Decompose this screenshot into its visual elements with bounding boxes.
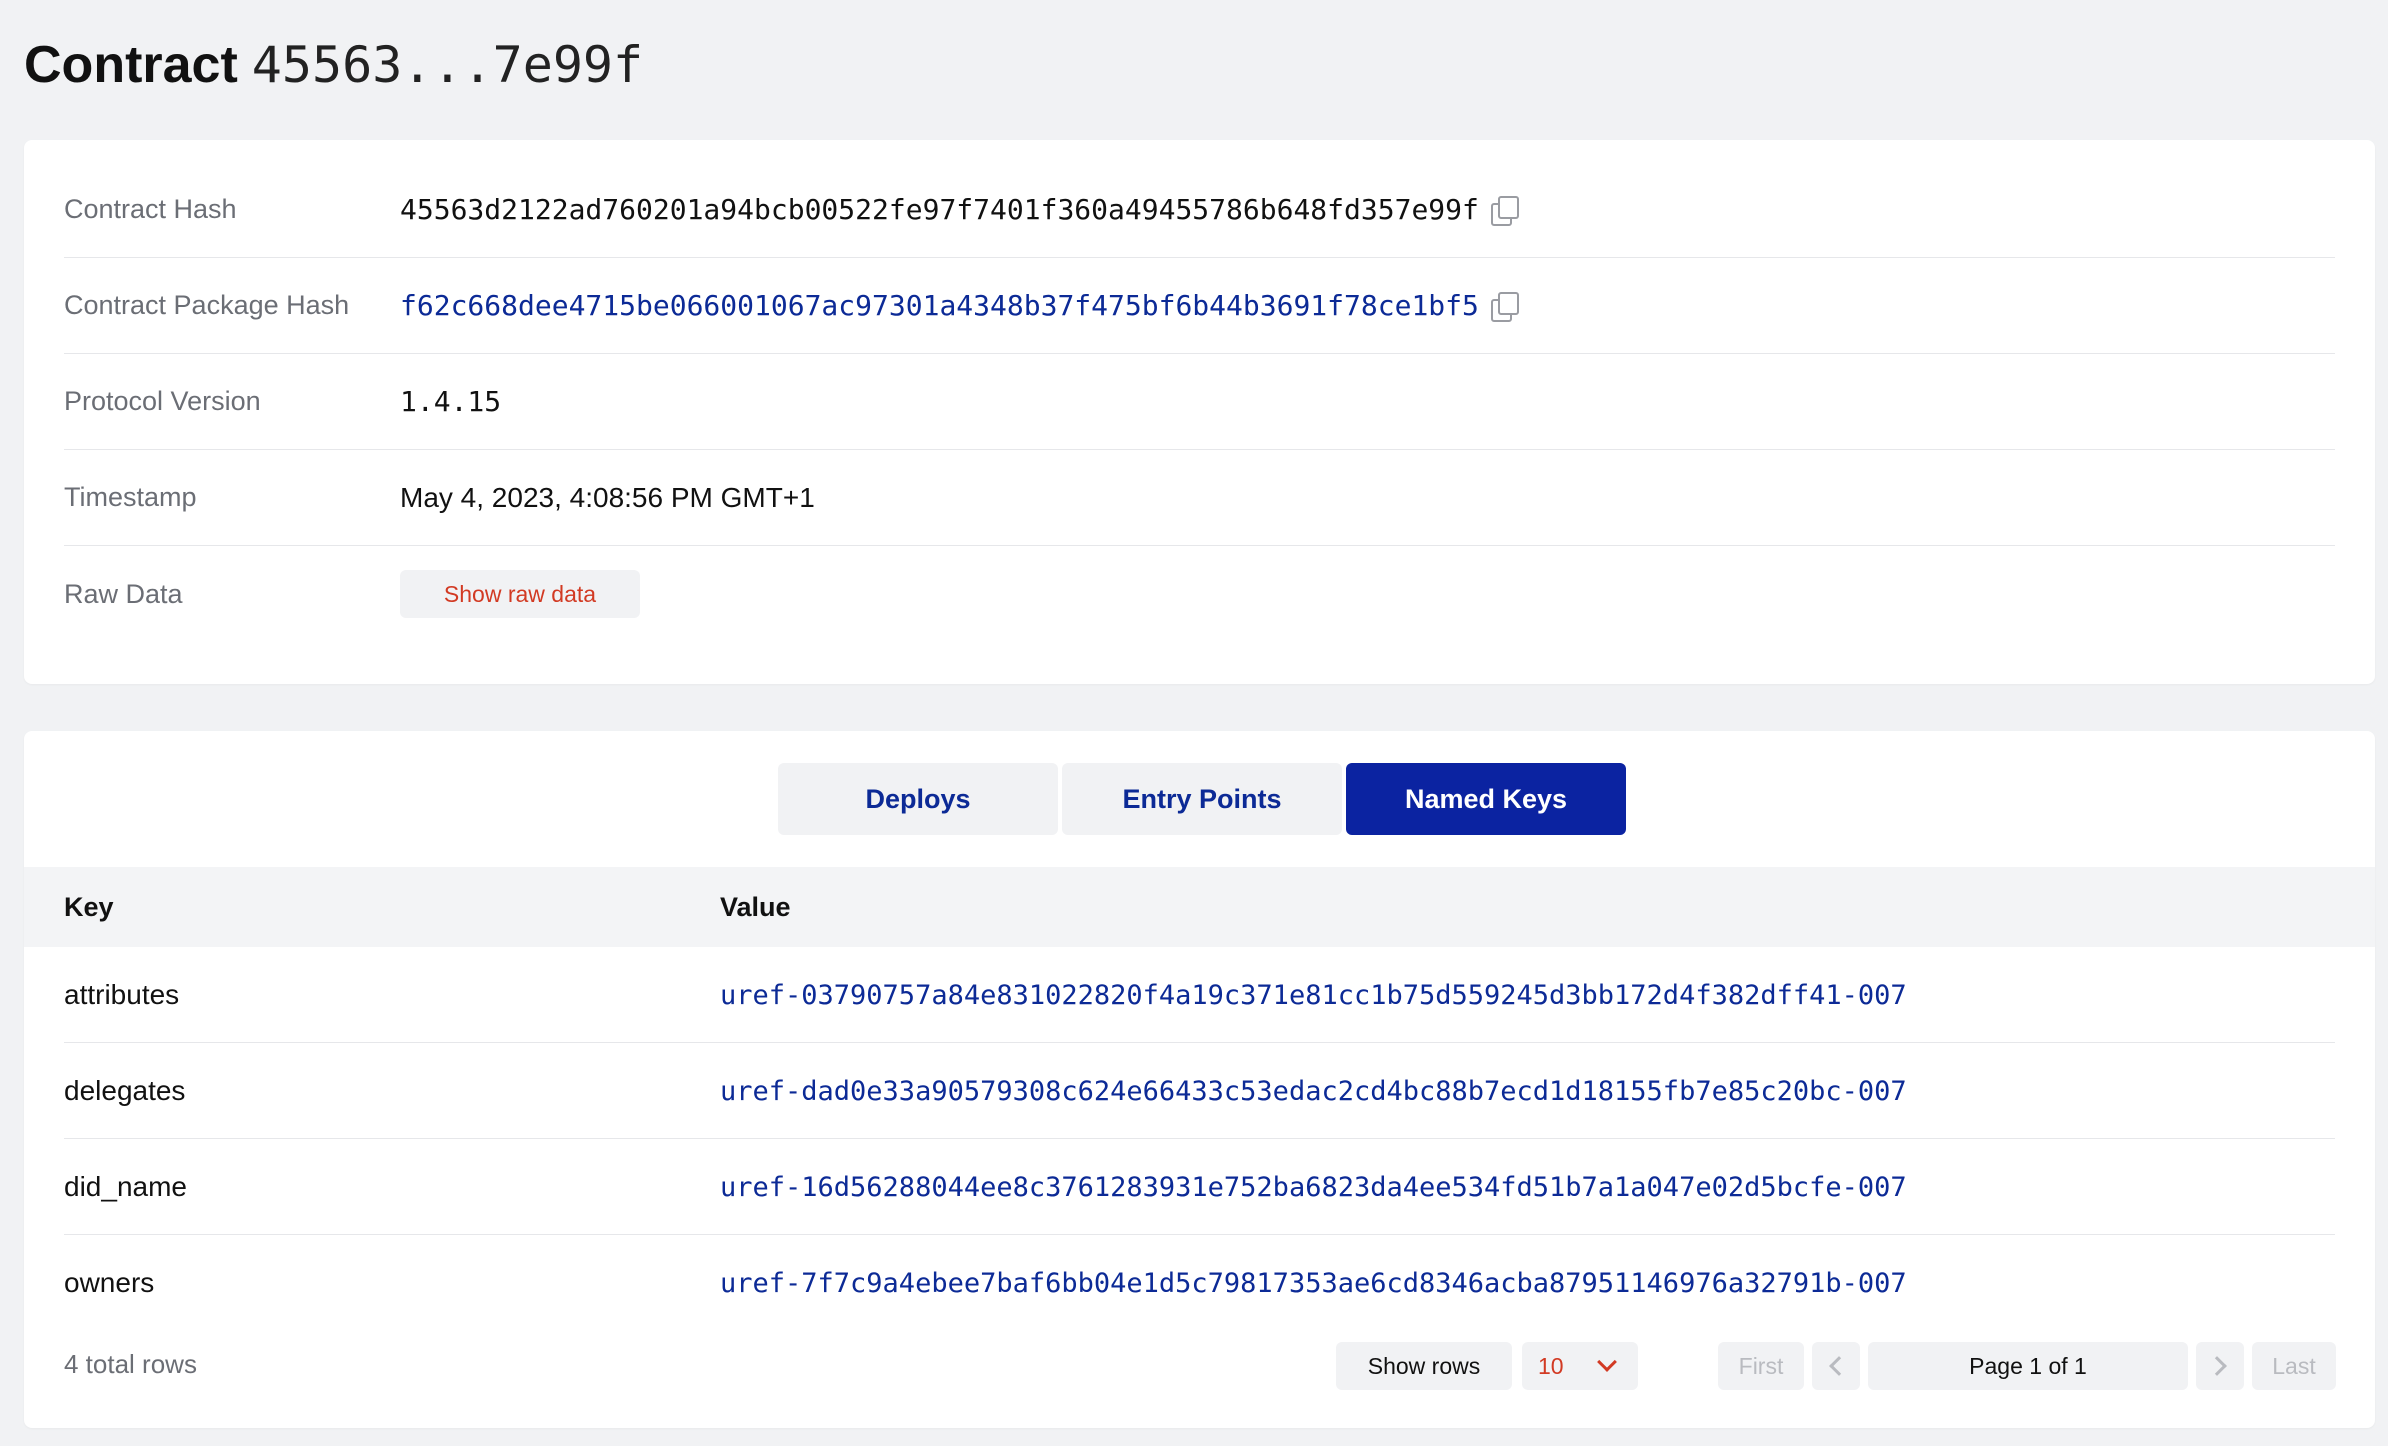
protocol-version-row: Protocol Version 1.4.15 <box>64 354 2335 450</box>
rows-per-page-select[interactable]: 10 <box>1522 1342 1638 1390</box>
contract-hash-row: Contract Hash 45563d2122ad760201a94bcb00… <box>64 162 2335 258</box>
copy-icon[interactable] <box>1490 195 1519 226</box>
page-title-label: Contract <box>24 36 238 94</box>
chevron-right-icon <box>2207 1356 2227 1376</box>
previous-page-button[interactable] <box>1812 1342 1860 1390</box>
contract-hash-value-wrap: 45563d2122ad760201a94bcb00522fe97f7401f3… <box>400 193 1519 226</box>
copy-icon[interactable] <box>1490 291 1519 322</box>
show-raw-data-button[interactable]: Show raw data <box>400 570 640 618</box>
package-hash-link[interactable]: f62c668dee4715be066001067ac97301a4348b37… <box>400 289 1479 322</box>
table-row: attributes uref-03790757a84e831022820f4a… <box>64 947 2335 1043</box>
chevron-left-icon <box>1829 1356 1849 1376</box>
table-footer: 4 total rows Show rows 10 First Page 1 o… <box>24 1334 2375 1394</box>
rows-per-page-value: 10 <box>1538 1352 1564 1379</box>
total-rows-count: 4 total rows <box>64 1348 197 1379</box>
protocol-version-value: 1.4.15 <box>400 385 502 418</box>
tab-named-keys[interactable]: Named Keys <box>1346 763 1626 835</box>
row-key: owners <box>64 1267 155 1298</box>
next-page-button[interactable] <box>2196 1342 2244 1390</box>
tab-deploys[interactable]: Deploys <box>778 763 1058 835</box>
row-key: did_name <box>64 1171 187 1202</box>
table-row: delegates uref-dad0e33a90579308c624e6643… <box>64 1043 2335 1139</box>
raw-data-row: Raw Data Show raw data <box>64 546 2335 642</box>
column-header-value: Value <box>720 891 791 922</box>
table-row: owners uref-7f7c9a4ebee7baf6bb04e1d5c798… <box>64 1235 2335 1331</box>
timestamp-row: Timestamp May 4, 2023, 4:08:56 PM GMT+1 <box>64 450 2335 546</box>
page-indicator: Page 1 of 1 <box>1868 1342 2188 1390</box>
column-header-key: Key <box>64 891 114 922</box>
first-page-button[interactable]: First <box>1718 1342 1804 1390</box>
contract-hash-label: Contract Hash <box>64 194 237 224</box>
raw-data-label: Raw Data <box>64 578 183 609</box>
tab-entry-points[interactable]: Entry Points <box>1062 763 1342 835</box>
protocol-version-label: Protocol Version <box>64 386 261 416</box>
row-value-link[interactable]: uref-16d56288044ee8c3761283931e752ba6823… <box>720 1139 1907 1235</box>
timestamp-label: Timestamp <box>64 482 197 512</box>
contract-tabs-card: Deploys Entry Points Named Keys Key Valu… <box>24 731 2375 1428</box>
timestamp-value: May 4, 2023, 4:08:56 PM GMT+1 <box>400 481 815 513</box>
last-page-button[interactable]: Last <box>2252 1342 2336 1390</box>
package-hash-row: Contract Package Hash f62c668dee4715be06… <box>64 258 2335 354</box>
row-value-link[interactable]: uref-dad0e33a90579308c624e66433c53edac2c… <box>720 1043 1907 1139</box>
chevron-down-icon <box>1597 1352 1617 1372</box>
page-title-hash: 45563...7e99f <box>251 36 644 94</box>
contract-page: Contract 45563...7e99f Contract Hash 455… <box>0 0 2388 1446</box>
package-hash-value-wrap: f62c668dee4715be066001067ac97301a4348b37… <box>400 289 1519 322</box>
row-value-link[interactable]: uref-7f7c9a4ebee7baf6bb04e1d5c79817353ae… <box>720 1235 1907 1331</box>
table-row: did_name uref-16d56288044ee8c3761283931e… <box>64 1139 2335 1235</box>
row-key: delegates <box>64 1075 186 1106</box>
contract-hash-value: 45563d2122ad760201a94bcb00522fe97f7401f3… <box>400 193 1479 226</box>
table-header: Key Value <box>24 867 2375 947</box>
show-rows-label: Show rows <box>1336 1342 1512 1390</box>
package-hash-label: Contract Package Hash <box>64 290 350 320</box>
row-value-link[interactable]: uref-03790757a84e831022820f4a19c371e81cc… <box>720 947 1907 1043</box>
page-title: Contract 45563...7e99f <box>24 30 643 100</box>
tab-bar: Deploys Entry Points Named Keys <box>778 763 1626 835</box>
row-key: attributes <box>64 979 180 1010</box>
contract-details-card: Contract Hash 45563d2122ad760201a94bcb00… <box>24 140 2375 684</box>
